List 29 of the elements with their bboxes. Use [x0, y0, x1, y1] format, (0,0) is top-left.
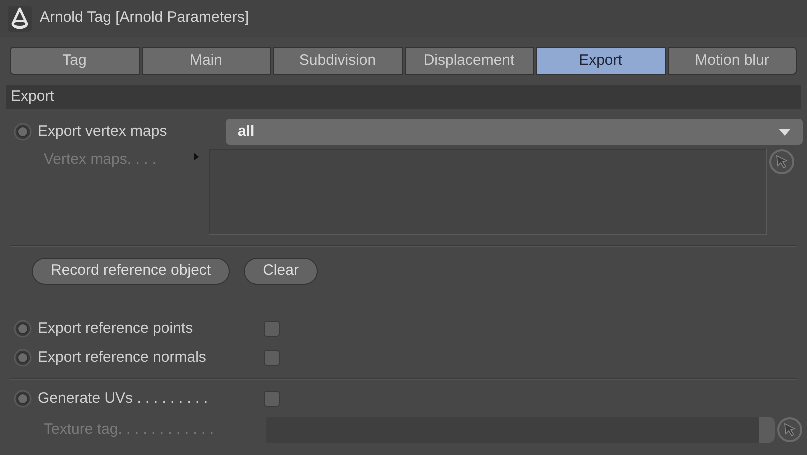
option-label: Export reference points — [38, 318, 194, 339]
pointer-icon[interactable] — [769, 149, 795, 175]
tab[interactable]: Motion blur — [668, 47, 797, 75]
cone-icon — [8, 6, 32, 32]
tab[interactable]: Displacement — [404, 47, 534, 75]
checkbox[interactable] — [264, 321, 280, 337]
tab[interactable]: Export — [536, 47, 666, 75]
option-label: Generate UVs . . . . . . . . . — [38, 388, 210, 409]
keyframe-icon[interactable] — [14, 390, 32, 408]
caret-icon — [779, 128, 791, 136]
checkbox[interactable] — [264, 350, 280, 366]
action-button[interactable]: Clear — [244, 258, 318, 284]
window-title: Arnold Tag [Arnold Parameters] — [40, 8, 249, 28]
pointer-icon[interactable] — [777, 417, 803, 443]
expand-arrow-icon[interactable] — [194, 153, 199, 161]
option-label: Export reference normals — [38, 348, 208, 368]
keyframe-icon[interactable] — [14, 123, 32, 141]
section-title: Export — [11, 86, 54, 107]
tab[interactable]: Subdivision — [273, 47, 402, 75]
field-label: Export vertex maps — [38, 122, 168, 142]
dropdown[interactable]: all — [226, 119, 803, 145]
checkbox[interactable] — [264, 391, 280, 407]
texture-tag-field[interactable] — [266, 417, 759, 443]
tab[interactable]: Tag — [10, 47, 140, 75]
keyframe-icon[interactable] — [14, 349, 32, 367]
keyframe-icon[interactable] — [14, 320, 32, 338]
action-button[interactable]: Record reference object — [32, 258, 230, 284]
field-handle[interactable] — [759, 417, 775, 443]
tab[interactable]: Main — [142, 47, 271, 75]
